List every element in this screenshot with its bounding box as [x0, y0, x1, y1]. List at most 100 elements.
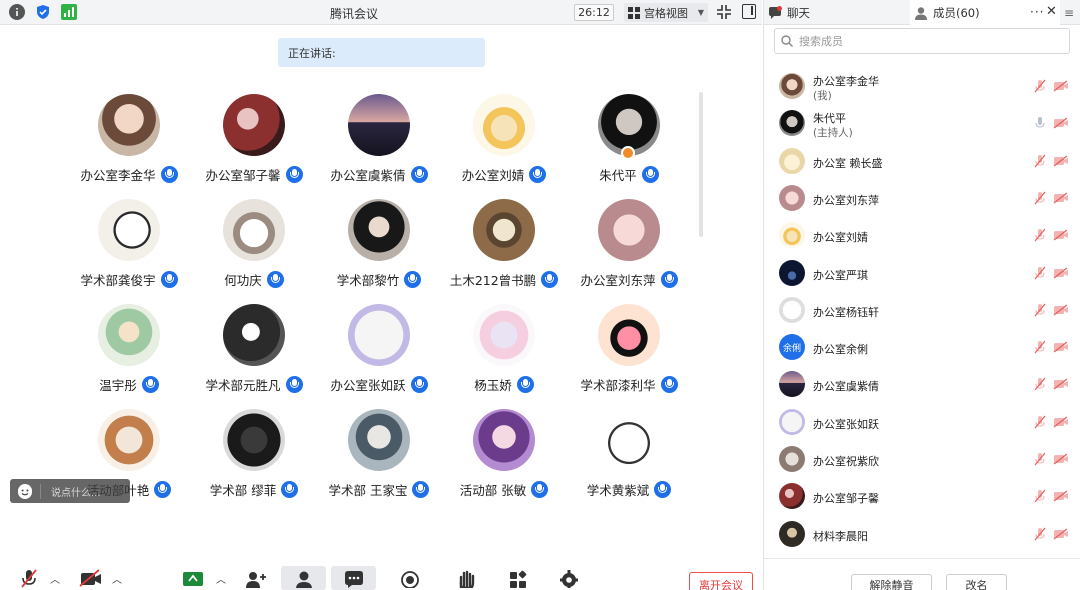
member-row[interactable]: 办公室李金华 (我) [764, 68, 1080, 105]
mic-muted-icon[interactable] [1033, 452, 1047, 466]
camera-off-icon[interactable] [1053, 341, 1069, 353]
audio-options-chevron[interactable]: ︿ [48, 566, 62, 590]
exit-fullscreen-icon[interactable] [716, 4, 732, 20]
participant-tile[interactable]: 朱代平 [564, 94, 694, 184]
participant-tile[interactable]: 活动部 张敏 [439, 409, 569, 499]
member-row[interactable]: 办公室祝紫欣 [764, 441, 1080, 478]
panel-menu-icon[interactable]: ≡ [1064, 0, 1080, 25]
participant-name-row: 学术部黎竹 [314, 270, 444, 289]
mic-muted-icon[interactable] [1033, 154, 1047, 168]
mic-muted-icon[interactable] [1033, 377, 1047, 391]
mic-muted-icon[interactable] [1033, 415, 1047, 429]
more-icon[interactable]: ··· [1030, 5, 1044, 19]
participant-tile[interactable]: 土木212曾书鹏 [439, 199, 569, 289]
grid-scrollbar[interactable] [699, 92, 703, 237]
member-role: (主持人) [813, 127, 853, 140]
participant-tile[interactable]: 温宇彤 [64, 304, 194, 394]
mute-button[interactable] [14, 566, 44, 590]
participant-tile[interactable]: 办公室邹子馨 [189, 94, 319, 184]
member-search-input[interactable]: 搜索成员 [774, 28, 1070, 54]
participant-tile[interactable]: 何功庆 [189, 199, 319, 289]
camera-off-icon[interactable] [1053, 453, 1069, 465]
mic-muted-icon[interactable] [1033, 340, 1047, 354]
close-icon[interactable]: ✕ [1046, 4, 1057, 19]
mic-muted-icon[interactable] [1033, 266, 1047, 280]
participant-tile[interactable]: 学术部黎竹 [314, 199, 444, 289]
tab-members[interactable]: 成员(60) ··· ✕ [910, 0, 1060, 25]
member-row[interactable]: 办公室张如跃 [764, 404, 1080, 441]
camera-off-icon[interactable] [1053, 80, 1069, 92]
info-icon[interactable] [9, 4, 25, 20]
participant-tile[interactable]: 办公室刘东萍 [564, 199, 694, 289]
share-screen-button[interactable] [180, 566, 206, 590]
members-button[interactable] [281, 566, 326, 590]
participant-name-row: 土木212曾书鹏 [439, 270, 569, 289]
share-options-chevron[interactable]: ︿ [214, 566, 228, 590]
camera-off-icon[interactable] [1053, 304, 1069, 316]
participant-tile[interactable]: 学术部 王家宝 [314, 409, 444, 499]
camera-off-icon[interactable] [1053, 378, 1069, 390]
signal-icon[interactable] [61, 4, 77, 20]
participant-tile[interactable]: 学术部元胜凡 [189, 304, 319, 394]
mic-muted-icon[interactable] [1033, 527, 1047, 541]
raise-hand-button[interactable] [454, 566, 478, 590]
invite-button[interactable] [242, 566, 268, 590]
member-row[interactable]: 材料李晨阳 [764, 516, 1080, 553]
shield-icon[interactable] [35, 4, 51, 20]
participant-tile[interactable]: 学术部 缪菲 [189, 409, 319, 499]
member-avatar [779, 408, 805, 435]
camera-off-icon[interactable] [1053, 267, 1069, 279]
member-row[interactable]: 办公室严琪 [764, 255, 1080, 292]
member-row[interactable]: 办公室刘东萍 [764, 180, 1080, 217]
mic-muted-icon[interactable] [1033, 489, 1047, 503]
member-row[interactable]: 办公室刘婧 [764, 217, 1080, 254]
member-row[interactable]: 余俐 办公室余俐 [764, 329, 1080, 366]
view-mode-dropdown[interactable]: 宫格视图 ▼ [624, 3, 708, 22]
participant-tile[interactable]: 杨玉娇 [439, 304, 569, 394]
side-panel-toggle-icon[interactable] [742, 4, 756, 19]
member-row[interactable]: 朱代平 (主持人) [764, 105, 1080, 142]
leave-meeting-button[interactable]: 离开会议 [689, 572, 753, 590]
participant-name-row: 办公室刘婧 [439, 165, 569, 184]
mic-muted-icon[interactable] [1033, 228, 1047, 242]
mic-muted-icon[interactable] [1033, 191, 1047, 205]
mic-muted-icon[interactable] [1033, 303, 1047, 317]
record-button[interactable] [398, 566, 422, 590]
member-row[interactable]: 办公室 赖长盛 [764, 143, 1080, 180]
camera-off-icon[interactable] [1053, 229, 1069, 241]
chat-button[interactable] [331, 566, 376, 590]
participant-tile[interactable]: 办公室李金华 [64, 94, 194, 184]
member-row[interactable]: 办公室虞紫倩 [764, 366, 1080, 403]
emoji-icon[interactable] [18, 484, 32, 499]
member-row[interactable]: 办公室杨钰轩 [764, 292, 1080, 329]
quick-chat-input[interactable]: 说点什么... [10, 479, 130, 503]
mic-icon[interactable] [1033, 116, 1047, 130]
member-row[interactable]: 办公室邹子馨 [764, 478, 1080, 515]
video-button[interactable] [76, 566, 106, 590]
participant-tile[interactable]: 办公室刘婧 [439, 94, 569, 184]
participant-tile[interactable]: 学术部龚俊宇 [64, 199, 194, 289]
mic-icon [641, 166, 659, 183]
participant-tile[interactable]: 办公室虞紫倩 [314, 94, 444, 184]
member-name: 办公室张如跃 [813, 417, 879, 431]
unmute-all-button[interactable]: 解除静音 [851, 574, 932, 590]
participant-tile[interactable]: 学术黄紫斌 [564, 409, 694, 499]
apps-button[interactable] [506, 566, 530, 590]
camera-off-icon[interactable] [1053, 155, 1069, 167]
settings-button[interactable] [557, 566, 581, 590]
camera-off-icon[interactable] [1053, 117, 1069, 129]
camera-off-icon[interactable] [1053, 490, 1069, 502]
participant-tile[interactable]: 办公室张如跃 [314, 304, 444, 394]
video-options-chevron[interactable]: ︿ [110, 566, 124, 590]
camera-off-icon[interactable] [1053, 528, 1069, 540]
mic-muted-icon[interactable] [1033, 79, 1047, 93]
member-avatar [779, 520, 805, 547]
camera-off-icon[interactable] [1053, 416, 1069, 428]
avatar [348, 199, 410, 261]
rename-button[interactable]: 改名 [946, 574, 1007, 590]
participant-tile[interactable]: 学术部漆利华 [564, 304, 694, 394]
camera-off-icon[interactable] [1053, 192, 1069, 204]
tab-chat[interactable]: 聊天 [764, 0, 910, 25]
participant-name: 土木212曾书鹏 [449, 273, 537, 288]
member-avatar [779, 446, 805, 472]
